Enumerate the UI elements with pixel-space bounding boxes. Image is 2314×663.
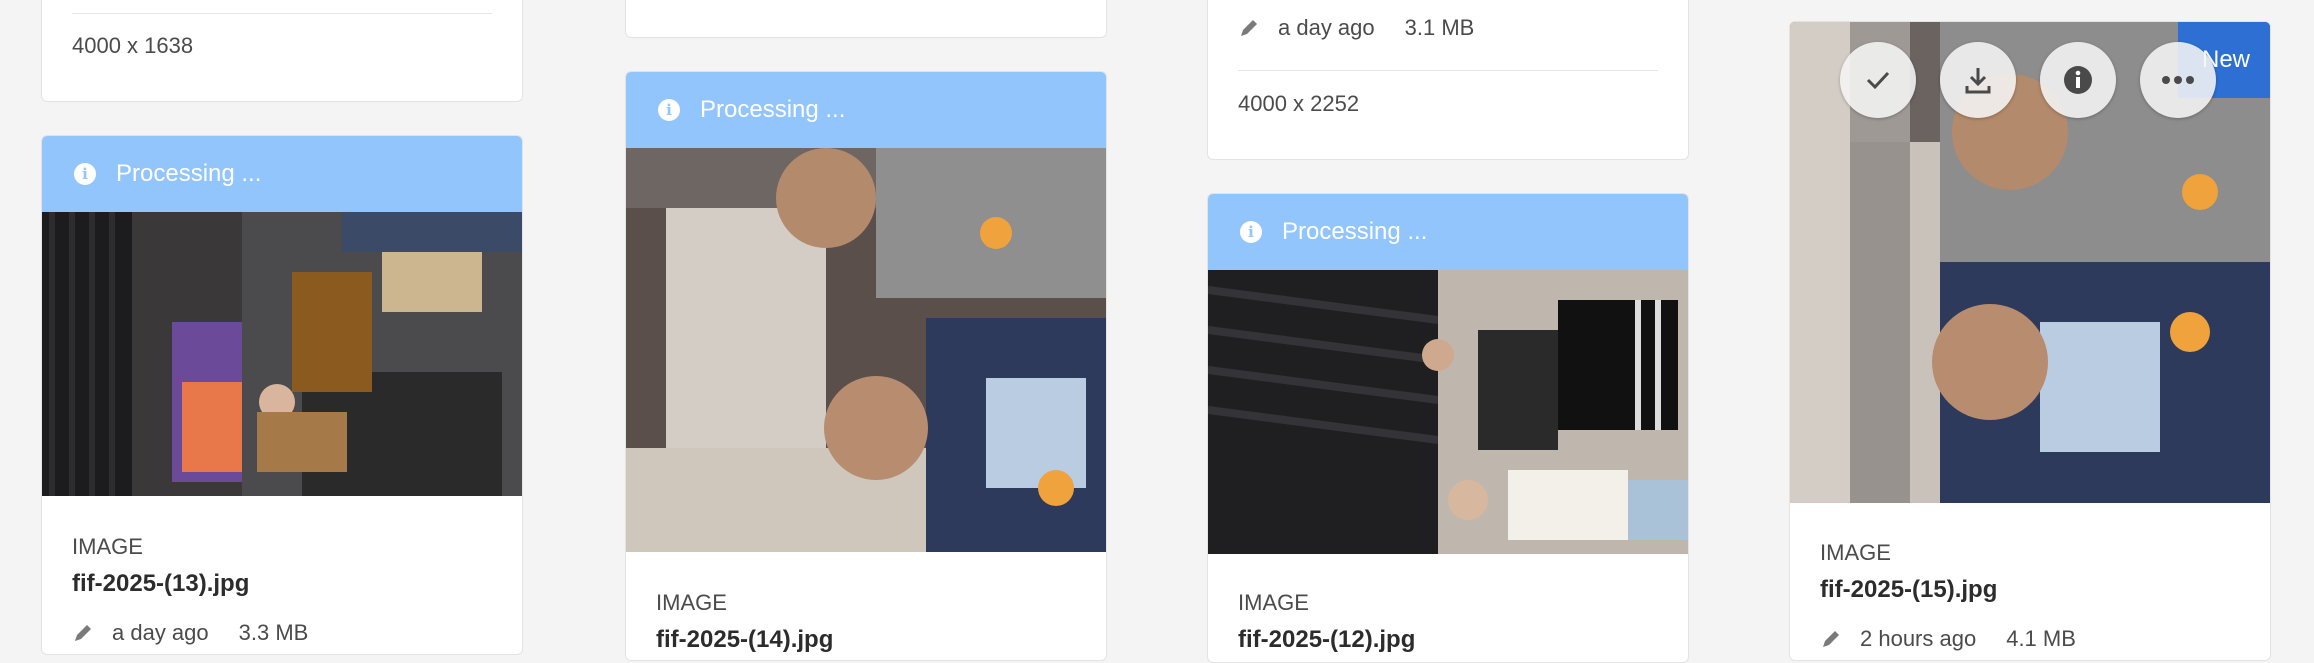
- download-icon: [1965, 68, 1991, 94]
- processing-banner: i Processing ...: [42, 136, 522, 212]
- asset-thumbnail[interactable]: [626, 148, 1106, 552]
- asset-thumbnail[interactable]: [42, 212, 522, 496]
- thumbnail-image: [626, 148, 1106, 552]
- processing-label: Processing ...: [1282, 218, 1428, 245]
- asset-filename[interactable]: fif-2025-(13).jpg: [72, 570, 249, 598]
- image-dimensions: 4000 x 2252: [1238, 91, 1360, 116]
- asset-meta: a day ago 3.1 MB: [1238, 15, 1474, 41]
- asset-filename[interactable]: fif-2025-(14).jpg: [656, 626, 833, 654]
- asset-card-fif-2025-13[interactable]: i Processing ... IMAGE fif-2025-(13).jpg…: [41, 135, 523, 655]
- card-divider: [1238, 70, 1658, 71]
- file-size: 3.1 MB: [1404, 15, 1475, 40]
- asset-card-fif-2025-12[interactable]: i Processing ... IMAGE fif-2025-(12).jpg: [1207, 193, 1689, 663]
- asset-meta: a day ago 3.3 MB: [72, 620, 308, 646]
- processing-banner: i Processing ...: [1208, 194, 1688, 270]
- properties-button[interactable]: [2040, 42, 2116, 118]
- asset-type: IMAGE: [72, 534, 143, 559]
- asset-card-top-col3[interactable]: a day ago 3.1 MB 4000 x 2252: [1207, 0, 1689, 160]
- pencil-icon: [1823, 631, 1839, 647]
- processing-label: Processing ...: [700, 96, 846, 123]
- modified-time: 2 hours ago: [1860, 626, 1977, 651]
- pencil-icon: [75, 625, 91, 641]
- asset-thumbnail[interactable]: [1208, 270, 1688, 554]
- asset-type: IMAGE: [1238, 590, 1309, 615]
- thumbnail-image: [1208, 270, 1688, 554]
- asset-card-top-col2[interactable]: [625, 0, 1107, 38]
- asset-card-top-col1[interactable]: 4000 x 1638: [41, 0, 523, 102]
- info-icon: i: [74, 163, 96, 185]
- asset-card-fif-2025-15[interactable]: New IMAGE fif-2025-(15).jpg 2 hours ago …: [1789, 21, 2271, 661]
- more-icon: [2162, 76, 2194, 84]
- modified-time: a day ago: [1278, 15, 1375, 40]
- processing-label: Processing ...: [116, 160, 262, 187]
- thumbnail-image: [42, 212, 522, 496]
- info-icon: i: [1240, 221, 1262, 243]
- select-button[interactable]: [1840, 42, 1916, 118]
- more-actions-button[interactable]: [2140, 42, 2216, 118]
- pencil-icon: [1241, 20, 1257, 36]
- file-size: 4.1 MB: [2006, 626, 2076, 651]
- asset-filename[interactable]: fif-2025-(12).jpg: [1238, 626, 1415, 654]
- modified-time: a day ago: [112, 620, 209, 645]
- file-size: 3.3 MB: [238, 620, 309, 645]
- card-divider: [72, 13, 492, 14]
- image-dimensions: 4000 x 1638: [72, 33, 194, 58]
- processing-banner: i Processing ...: [626, 72, 1106, 148]
- asset-type: IMAGE: [656, 590, 727, 615]
- info-icon: [2064, 66, 2092, 94]
- info-icon: i: [658, 99, 680, 121]
- checkmark-icon: [1866, 71, 1890, 90]
- asset-filename[interactable]: fif-2025-(15).jpg: [1820, 576, 1997, 604]
- asset-type: IMAGE: [1820, 540, 1891, 565]
- download-button[interactable]: [1940, 42, 2016, 118]
- asset-card-fif-2025-14[interactable]: i Processing ... IMAGE fif-2025-(14).jpg: [625, 71, 1107, 661]
- asset-meta: 2 hours ago 4.1 MB: [1820, 626, 2076, 652]
